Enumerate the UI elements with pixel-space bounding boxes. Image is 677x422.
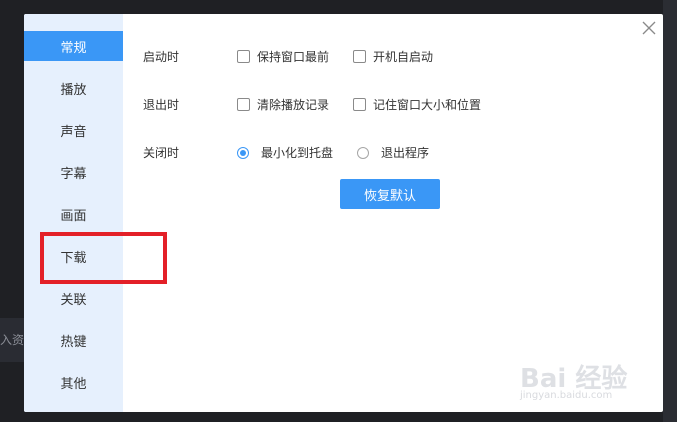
minimize-to-tray-label: 最小化到托盘	[261, 146, 334, 160]
sidebar-item-general[interactable]: 常规	[24, 31, 123, 61]
sidebar-item-hotkeys[interactable]: 热键	[24, 325, 123, 355]
clear-history-option[interactable]: 清除播放记录	[237, 96, 329, 113]
settings-sidebar: 常规 播放 声音 字幕 画面 下载 关联 热键 其他	[24, 14, 123, 412]
startup-label: 启动时	[143, 50, 180, 64]
minimize-to-tray-option[interactable]: 最小化到托盘	[237, 144, 333, 161]
keep-on-top-checkbox[interactable]	[237, 50, 250, 63]
keep-on-top-option[interactable]: 保持窗口最前	[237, 48, 329, 65]
restore-defaults-button[interactable]: 恢复默认	[340, 179, 440, 209]
watermark: Bai 经验 jingyan.baidu.com	[520, 352, 650, 408]
clear-history-checkbox[interactable]	[237, 98, 250, 111]
sidebar-item-other[interactable]: 其他	[24, 367, 123, 397]
autostart-checkbox[interactable]	[353, 50, 366, 63]
exit-label: 退出时	[143, 98, 180, 112]
remember-window-option[interactable]: 记住窗口大小和位置	[353, 96, 481, 113]
close-button[interactable]	[641, 20, 657, 36]
sidebar-item-picture[interactable]: 画面	[24, 199, 123, 229]
exit-program-option[interactable]: 退出程序	[357, 144, 429, 161]
background-scroll-area	[663, 0, 677, 422]
watermark-url: jingyan.baidu.com	[520, 390, 613, 401]
minimize-to-tray-radio[interactable]	[237, 146, 249, 159]
exit-program-label: 退出程序	[381, 146, 430, 160]
autostart-label: 开机自启动	[373, 50, 434, 64]
close-icon	[642, 21, 656, 35]
keep-on-top-label: 保持窗口最前	[257, 50, 330, 64]
remember-window-checkbox[interactable]	[353, 98, 366, 111]
remember-window-label: 记住窗口大小和位置	[373, 98, 482, 112]
close-label: 关闭时	[143, 146, 180, 160]
sidebar-item-subtitles[interactable]: 字幕	[24, 157, 123, 187]
highlight-annotation	[40, 232, 167, 284]
background-text: 入资源	[0, 333, 24, 347]
clear-history-label: 清除播放记录	[257, 98, 330, 112]
sidebar-item-playback[interactable]: 播放	[24, 73, 123, 103]
sidebar-item-association[interactable]: 关联	[24, 283, 123, 313]
sidebar-item-sound[interactable]: 声音	[24, 115, 123, 145]
autostart-option[interactable]: 开机自启动	[353, 48, 433, 65]
exit-program-radio[interactable]	[357, 146, 369, 159]
